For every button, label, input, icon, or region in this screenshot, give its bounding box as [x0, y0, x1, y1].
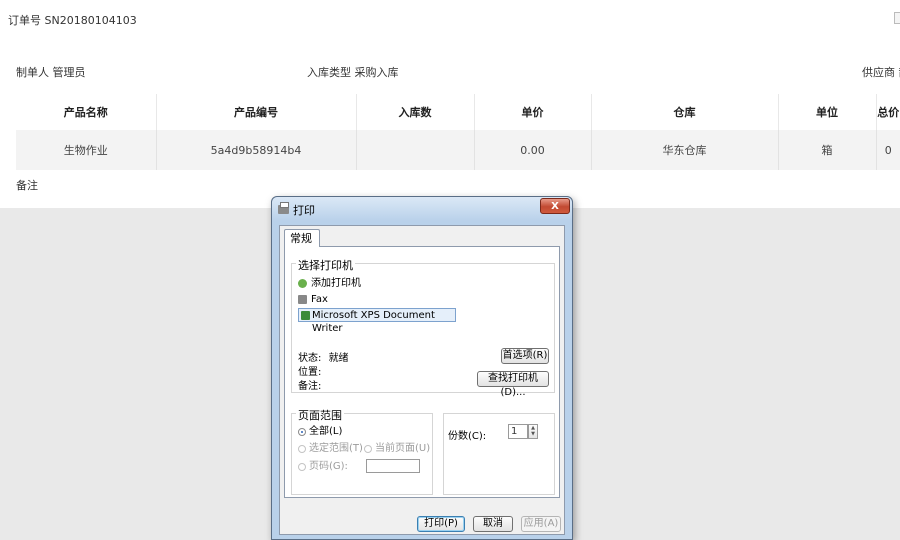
- cell-warehouse: 华东仓库: [590, 130, 778, 170]
- tab-general[interactable]: 常规: [284, 229, 320, 247]
- col-warehouse: 仓库: [590, 94, 778, 130]
- dialog-body: 常规 选择打印机 添加打印机 Fax Microsoft XPS Documen…: [279, 225, 565, 535]
- cancel-button[interactable]: 取消: [473, 516, 513, 532]
- preferences-button[interactable]: 首选项(R): [501, 348, 549, 364]
- general-tab-panel: 选择打印机 添加打印机 Fax Microsoft XPS Document W…: [284, 246, 560, 498]
- radio-label: 当前页面(U): [375, 443, 431, 454]
- col-product-code: 产品编号: [155, 94, 356, 130]
- radio-dot: [364, 445, 372, 453]
- close-button[interactable]: X: [540, 198, 570, 214]
- chevron-down-icon[interactable]: ▼: [531, 431, 535, 437]
- printer-item-fax[interactable]: Fax: [298, 293, 328, 307]
- radio-dot: [298, 428, 306, 436]
- cell-unit: 箱: [777, 130, 876, 170]
- printer-item-xps[interactable]: Microsoft XPS Document Writer: [298, 308, 456, 334]
- radio-label: 全部(L): [309, 426, 343, 437]
- cell-product-code: 5a4d9b58914b4: [155, 130, 356, 170]
- printer-select-group: 选择打印机 添加打印机 Fax Microsoft XPS Document W…: [291, 257, 555, 398]
- status-row: 状态: 就绪: [298, 349, 349, 364]
- remark-label: 备注: [16, 179, 38, 192]
- xps-printer-icon: [301, 311, 310, 320]
- printer-item-label: 添加打印机: [311, 278, 361, 289]
- cell-quantity: [355, 130, 474, 170]
- printer-item-label: Microsoft XPS Document Writer: [312, 310, 435, 334]
- radio-pages: 页码(G):: [298, 461, 348, 473]
- location-label: 位置:: [298, 367, 322, 378]
- table-row: 生物作业 5a4d9b58914b4 0.00 华东仓库 箱 0: [16, 130, 900, 170]
- print-button[interactable]: 打印(P): [417, 516, 465, 532]
- radio-label: 选定范围(T): [309, 443, 363, 454]
- printer-group-title: 选择打印机: [296, 257, 355, 273]
- printer-item-add[interactable]: 添加打印机: [298, 277, 361, 291]
- radio-current-page: 当前页面(U): [364, 443, 430, 455]
- comment-label: 备注:: [298, 381, 322, 392]
- cell-product-name: 生物作业: [16, 130, 156, 170]
- dialog-title: 打印: [293, 204, 315, 217]
- instock-type-label: 入库类型 采购入库: [307, 66, 399, 79]
- copies-group: 份数(C): 1 ▲ ▼: [443, 413, 555, 495]
- supplier-label: 供应商 散: [862, 66, 900, 79]
- table-header-row: 产品名称 产品编号 入库数 单价 仓库 单位 总价: [16, 94, 900, 130]
- radio-all[interactable]: 全部(L): [298, 426, 342, 438]
- col-unit-price: 单价: [473, 94, 591, 130]
- copies-input[interactable]: 1: [508, 424, 528, 439]
- radio-selection: 选定范围(T): [298, 443, 363, 455]
- apply-button: 应用(A): [521, 516, 561, 532]
- printer-item-label: Fax: [311, 294, 328, 305]
- image-icon: [894, 12, 900, 24]
- copies-spinner[interactable]: ▲ ▼: [528, 424, 538, 439]
- copies-label: 份数(C):: [448, 431, 487, 442]
- radio-label: 页码(G):: [309, 461, 348, 472]
- product-table: 产品名称 产品编号 入库数 单价 仓库 单位 总价 生物作业 5a4d9b589…: [16, 94, 900, 170]
- order-number: 订单号 SN20180104103: [8, 14, 137, 27]
- cell-total: 0: [875, 130, 900, 170]
- fax-printer-icon: [298, 295, 307, 304]
- print-dialog: 打印 X 常规 选择打印机 添加打印机 Fax Microsoft XPS Do…: [271, 196, 573, 540]
- radio-dot: [298, 445, 306, 453]
- find-printer-button[interactable]: 查找打印机(D)...: [477, 371, 549, 398]
- dialog-title-bar[interactable]: 打印 X: [272, 197, 572, 221]
- col-total: 总价: [875, 94, 900, 130]
- creator-label: 制单人 管理员: [16, 66, 86, 79]
- printer-icon: [278, 202, 289, 214]
- col-quantity: 入库数: [355, 94, 474, 130]
- col-unit: 单位: [777, 94, 876, 130]
- col-product-name: 产品名称: [16, 94, 156, 130]
- radio-dot: [298, 463, 306, 471]
- cell-unit-price: 0.00: [473, 130, 591, 170]
- status-value: 就绪: [328, 353, 349, 364]
- add-printer-icon: [298, 279, 307, 288]
- page-range-title: 页面范围: [296, 407, 344, 423]
- page-range-input[interactable]: [366, 459, 420, 473]
- page-range-group: 页面范围 全部(L) 选定范围(T) 当前页面(U) 页码(G):: [291, 407, 433, 495]
